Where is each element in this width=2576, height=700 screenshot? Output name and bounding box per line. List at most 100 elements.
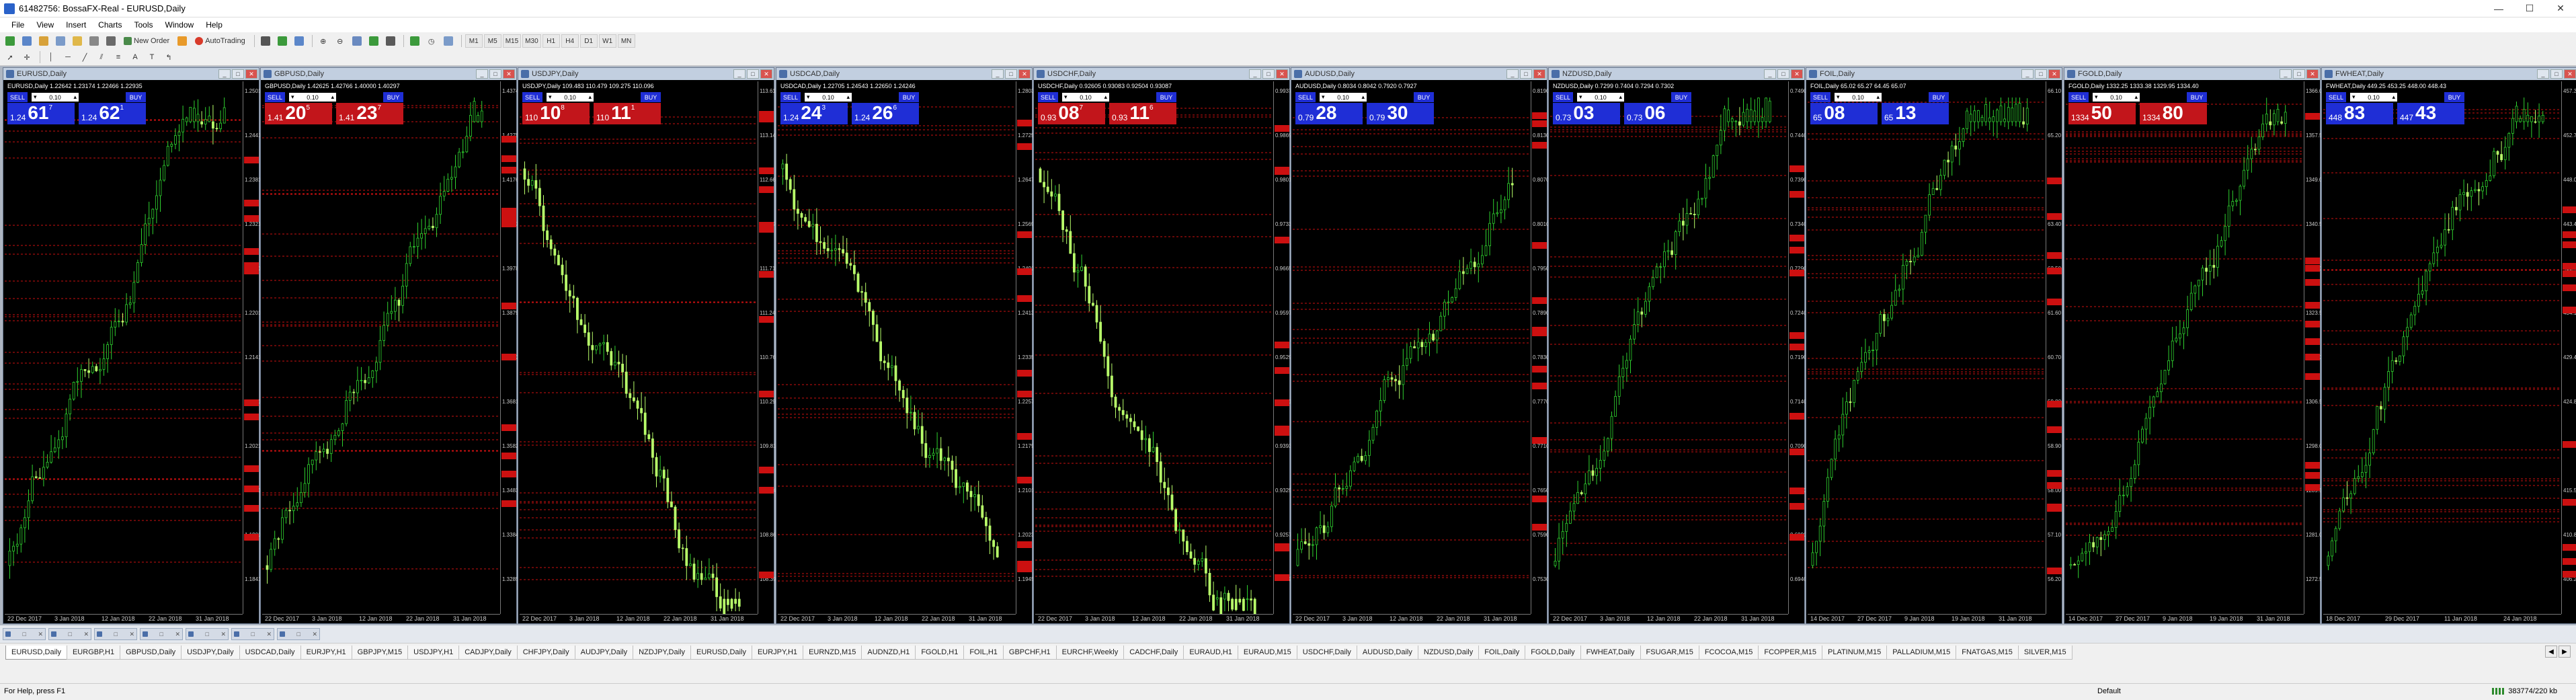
timeframe-w1[interactable]: W1 — [598, 34, 616, 48]
chart-minimize-button[interactable]: _ — [1764, 69, 1776, 79]
chart-window[interactable]: FGOLD,Daily _ □ ✕ 1366.00 1357.50 1349.00 1… — [2064, 67, 2325, 624]
chart-maximize-button[interactable]: □ — [2550, 69, 2563, 79]
restore-icon[interactable]: □ — [160, 631, 163, 637]
lot-size-input[interactable]: ▾ 0.10 ▴ — [1062, 93, 1109, 102]
chart-window-titlebar[interactable]: USDJPY,Daily _ □ ✕ — [518, 68, 774, 80]
lot-size-input[interactable]: ▾ 0.10 ▴ — [547, 93, 594, 102]
symbol-tab[interactable]: GBPUSD,Daily — [120, 646, 182, 660]
tabs-right-icon[interactable]: ▶ — [2559, 646, 2571, 658]
chart-maximize-button[interactable]: □ — [2293, 69, 2305, 79]
restore-icon[interactable]: □ — [69, 631, 72, 637]
lot-down-icon[interactable]: ▾ — [34, 93, 37, 101]
symbol-tab[interactable]: USDJPY,Daily — [181, 646, 240, 660]
chart-minimize-button[interactable]: _ — [476, 69, 488, 79]
symbol-tab[interactable]: USDCAD,Daily — [239, 646, 301, 660]
sell-button[interactable]: SELL — [2326, 92, 2346, 102]
symbol-tab[interactable]: FCOPPER,M15 — [1758, 646, 1822, 660]
symbol-tab[interactable]: AUDUSD,Daily — [1356, 646, 1418, 660]
symbol-tab[interactable]: NZDUSD,Daily — [1417, 646, 1480, 660]
timeframe-d1[interactable]: D1 — [579, 34, 598, 48]
chart-window-titlebar[interactable]: FOIL,Daily _ □ ✕ — [1806, 68, 2062, 80]
symbol-tab[interactable]: EURAUD,H1 — [1183, 646, 1238, 660]
buy-button[interactable]: BUY — [899, 92, 919, 102]
arrows-icon[interactable]: ↰ — [161, 50, 176, 64]
chart-plot[interactable] — [1293, 81, 1531, 614]
symbol-tab[interactable]: EURJPY,H1 — [751, 646, 804, 660]
chart-minimize-button[interactable]: _ — [2280, 69, 2292, 79]
buy-button[interactable]: BUY — [383, 92, 403, 102]
chart-minimize-button[interactable]: _ — [1249, 69, 1261, 79]
menu-charts[interactable]: Charts — [92, 17, 128, 32]
close-icon[interactable]: ✕ — [129, 631, 134, 638]
symbol-tab[interactable]: FNATGAS,M15 — [1956, 646, 2019, 660]
lot-up-icon[interactable]: ▴ — [846, 93, 850, 101]
symbol-tab[interactable]: EURJPY,H1 — [300, 646, 352, 660]
buy-button[interactable]: BUY — [1671, 92, 1691, 102]
sell-price[interactable]: 0.79 28 — [1295, 103, 1363, 124]
menu-tools[interactable]: Tools — [128, 17, 159, 32]
buy-price[interactable]: 447 43 — [2397, 103, 2464, 124]
chart-window[interactable]: USDJPY,Daily _ □ ✕ 113.615 113.140 112.665… — [518, 67, 779, 624]
lot-down-icon[interactable]: ▾ — [2095, 93, 2098, 101]
symbol-tab[interactable]: CHFJPY,Daily — [516, 646, 575, 660]
data-window-icon[interactable] — [53, 34, 68, 48]
chart-maximize-button[interactable]: □ — [1777, 69, 1789, 79]
lot-size-input[interactable]: ▾ 0.10 ▴ — [805, 93, 852, 102]
chart-plot[interactable] — [2066, 81, 2304, 614]
chart-window-titlebar[interactable]: GBPUSD,Daily _ □ ✕ — [261, 68, 516, 80]
chart-window-titlebar[interactable]: EURUSD,Daily _ □ ✕ — [3, 68, 259, 80]
strategy-tester-icon[interactable] — [104, 34, 118, 48]
tabs-left-icon[interactable]: ◀ — [2545, 646, 2557, 658]
buy-button[interactable]: BUY — [1156, 92, 1176, 102]
lot-size-input[interactable]: ▾ 0.10 ▴ — [1577, 93, 1624, 102]
chart-maximize-button[interactable]: □ — [489, 69, 501, 79]
sell-button[interactable]: SELL — [7, 92, 28, 102]
symbol-tab[interactable]: SILVER,M15 — [2017, 646, 2072, 660]
menu-file[interactable]: File — [5, 17, 30, 32]
minimized-chart-window[interactable]: □ ✕ — [277, 628, 320, 640]
restore-icon[interactable]: □ — [251, 631, 255, 637]
chart-window[interactable]: USDCHF,Daily _ □ ✕ 0.99370 0.98690 0.98010… — [1033, 67, 1295, 624]
chart-minimize-button[interactable]: _ — [218, 69, 231, 79]
menu-view[interactable]: View — [30, 17, 60, 32]
chart-window[interactable]: GBPUSD,Daily _ □ ✕ 1.437401.427501.41760… — [260, 67, 522, 624]
menu-window[interactable]: Window — [159, 17, 200, 32]
chart-maximize-button[interactable]: □ — [2035, 69, 2047, 79]
lot-down-icon[interactable]: ▾ — [1579, 93, 1582, 101]
buy-price[interactable]: 1.41 23 7 — [336, 103, 403, 124]
chart-minimize-button[interactable]: _ — [1506, 69, 1519, 79]
lot-size-input[interactable]: ▾ 0.10 ▴ — [2093, 93, 2140, 102]
restore-icon[interactable]: □ — [114, 631, 118, 637]
minimize-button[interactable]: — — [2483, 0, 2514, 17]
sell-button[interactable]: SELL — [1553, 92, 1573, 102]
market-watch-icon[interactable] — [36, 34, 51, 48]
buy-button[interactable]: BUY — [641, 92, 661, 102]
menu-insert[interactable]: Insert — [60, 17, 92, 32]
new-chart-icon[interactable] — [3, 34, 17, 48]
chart-window[interactable]: AUDUSD,Daily _ □ ✕ 0.8190 0.8130 0.8070 0.8… — [1291, 67, 1549, 624]
chart-plot[interactable] — [5, 81, 243, 614]
sell-price[interactable]: 1.24 61 7 — [7, 103, 75, 124]
buy-price[interactable]: 0.93 11 6 — [1109, 103, 1176, 124]
chart-window-titlebar[interactable]: USDCAD,Daily _ □ ✕ — [776, 68, 1032, 80]
sell-price[interactable]: 110 10 8 — [522, 103, 590, 124]
close-icon[interactable]: ✕ — [83, 631, 89, 638]
symbol-tab[interactable]: GBPCHF,H1 — [1002, 646, 1057, 660]
lot-size-input[interactable]: ▾ 0.10 ▴ — [32, 93, 79, 102]
trendline-icon[interactable]: ╱ — [77, 50, 92, 64]
candlesticks-icon[interactable] — [275, 34, 290, 48]
lot-up-icon[interactable]: ▴ — [2134, 93, 2138, 101]
sell-price[interactable]: 0.93 08 7 — [1038, 103, 1105, 124]
sell-button[interactable]: SELL — [1810, 92, 1830, 102]
zoom-out-icon[interactable]: ⊖ — [333, 34, 348, 48]
navigator-icon[interactable] — [70, 34, 85, 48]
timeframe-m30[interactable]: M30 — [522, 34, 541, 48]
chart-plot[interactable] — [1035, 81, 1273, 614]
minimized-chart-window[interactable]: □ ✕ — [94, 628, 137, 640]
sell-button[interactable]: SELL — [1038, 92, 1058, 102]
buy-price[interactable]: 0.73 06 — [1624, 103, 1691, 124]
lot-size-input[interactable]: ▾ 0.10 ▴ — [289, 93, 336, 102]
lot-up-icon[interactable]: ▴ — [2392, 93, 2395, 101]
buy-button[interactable]: BUY — [2444, 92, 2464, 102]
chart-plot[interactable] — [778, 81, 1016, 614]
